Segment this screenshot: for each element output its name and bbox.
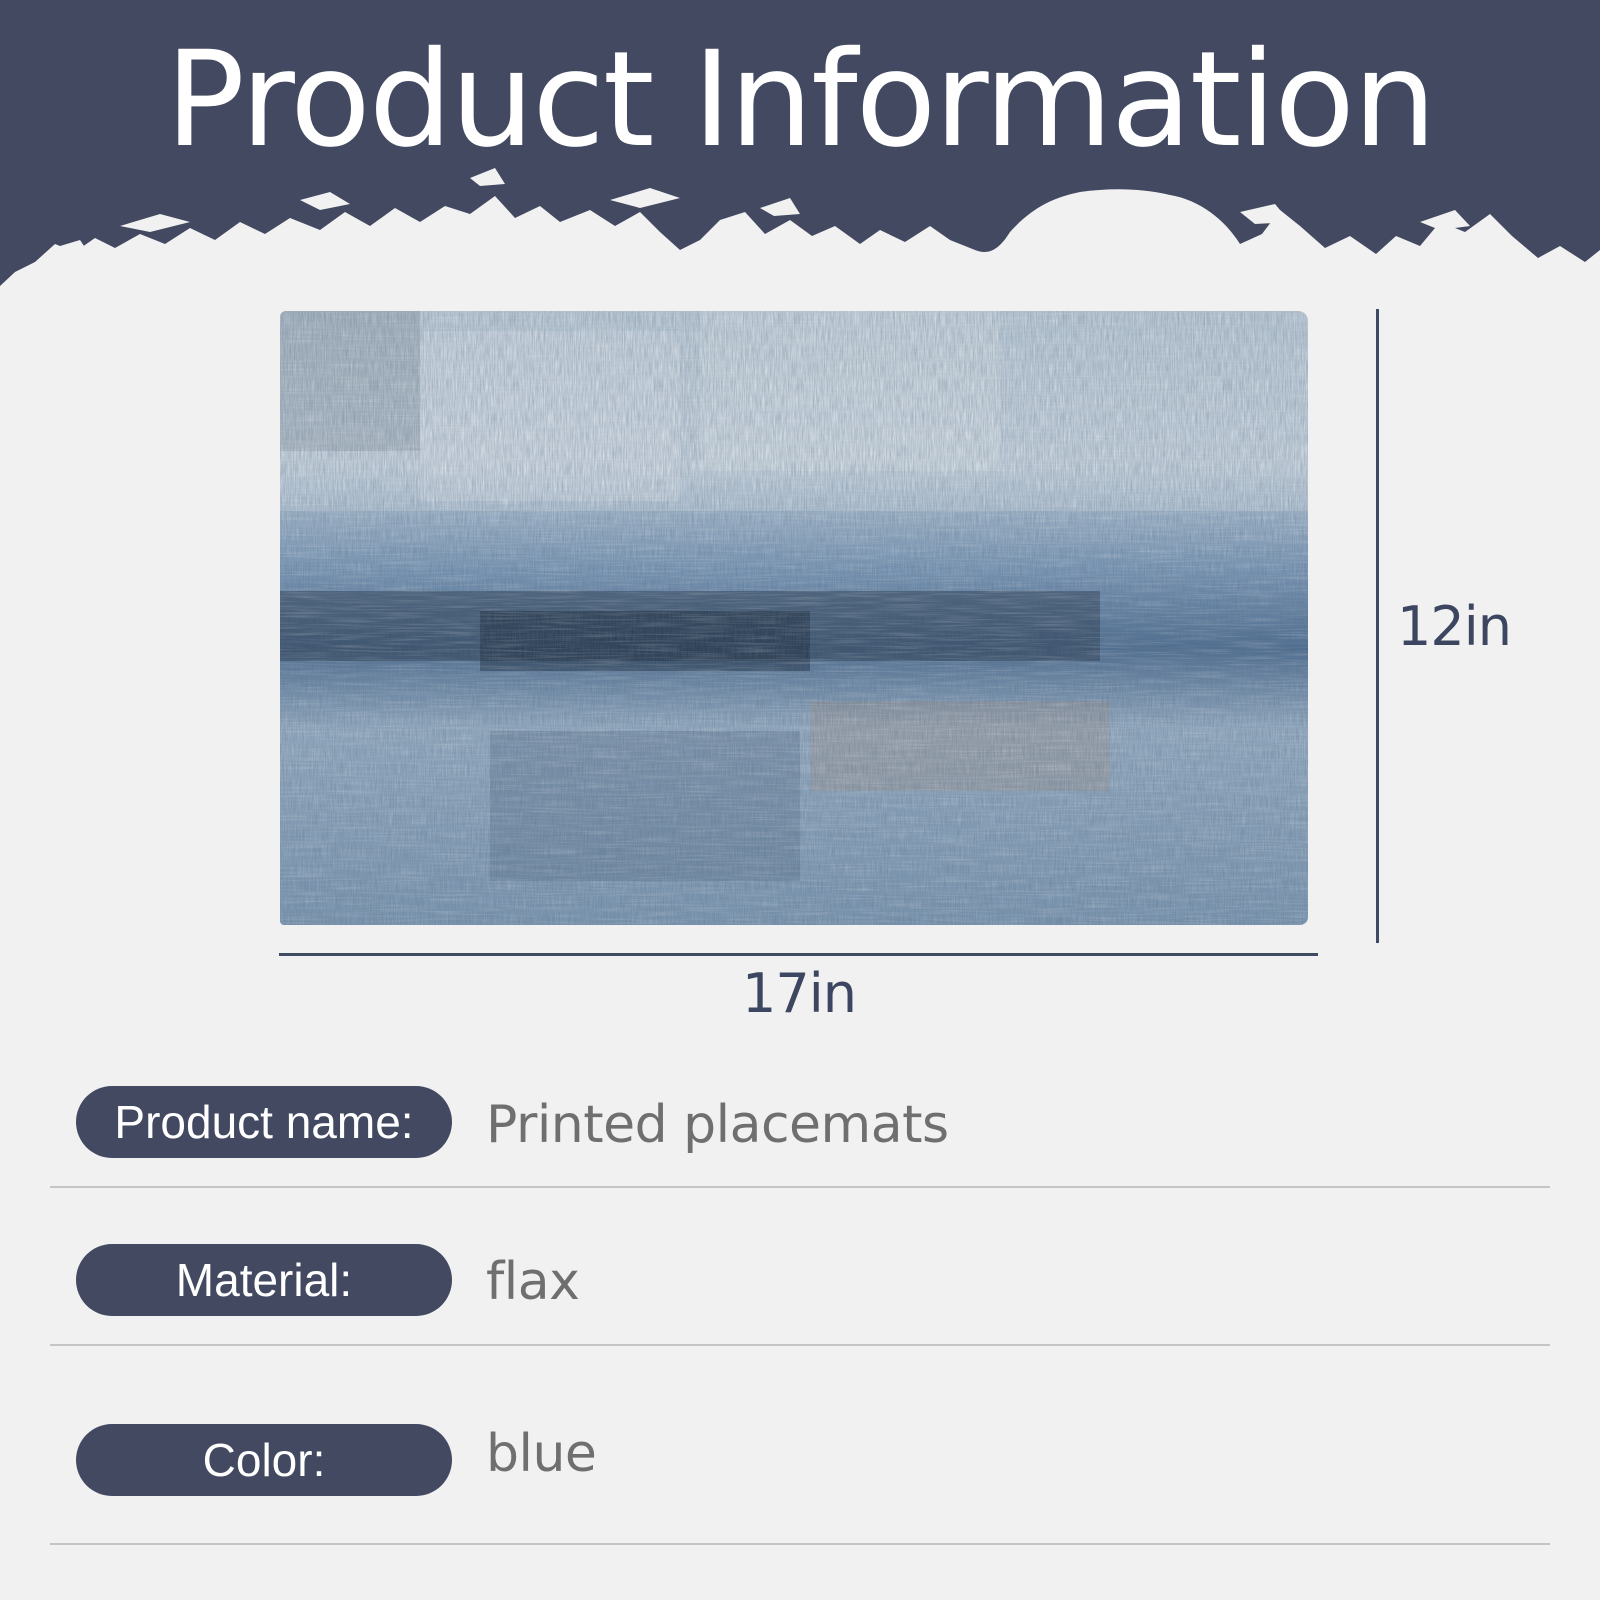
page-title: Product Information bbox=[165, 23, 1436, 177]
material-value: flax bbox=[486, 1252, 580, 1312]
row-divider bbox=[50, 1186, 1550, 1188]
color-label: Color: bbox=[76, 1424, 452, 1496]
header-banner: Product Information bbox=[0, 0, 1600, 300]
row-divider bbox=[50, 1543, 1550, 1545]
height-dimension-line bbox=[1376, 309, 1379, 943]
height-label: 12in bbox=[1397, 595, 1512, 658]
color-value: blue bbox=[486, 1424, 597, 1484]
product-name-label: Product name: bbox=[76, 1086, 452, 1158]
product-name-value: Printed placemats bbox=[486, 1095, 949, 1155]
width-dimension-line bbox=[279, 953, 1318, 956]
row-divider bbox=[50, 1344, 1550, 1346]
width-label: 17in bbox=[742, 962, 857, 1025]
product-image-placemat bbox=[280, 311, 1308, 925]
material-label: Material: bbox=[76, 1244, 452, 1316]
